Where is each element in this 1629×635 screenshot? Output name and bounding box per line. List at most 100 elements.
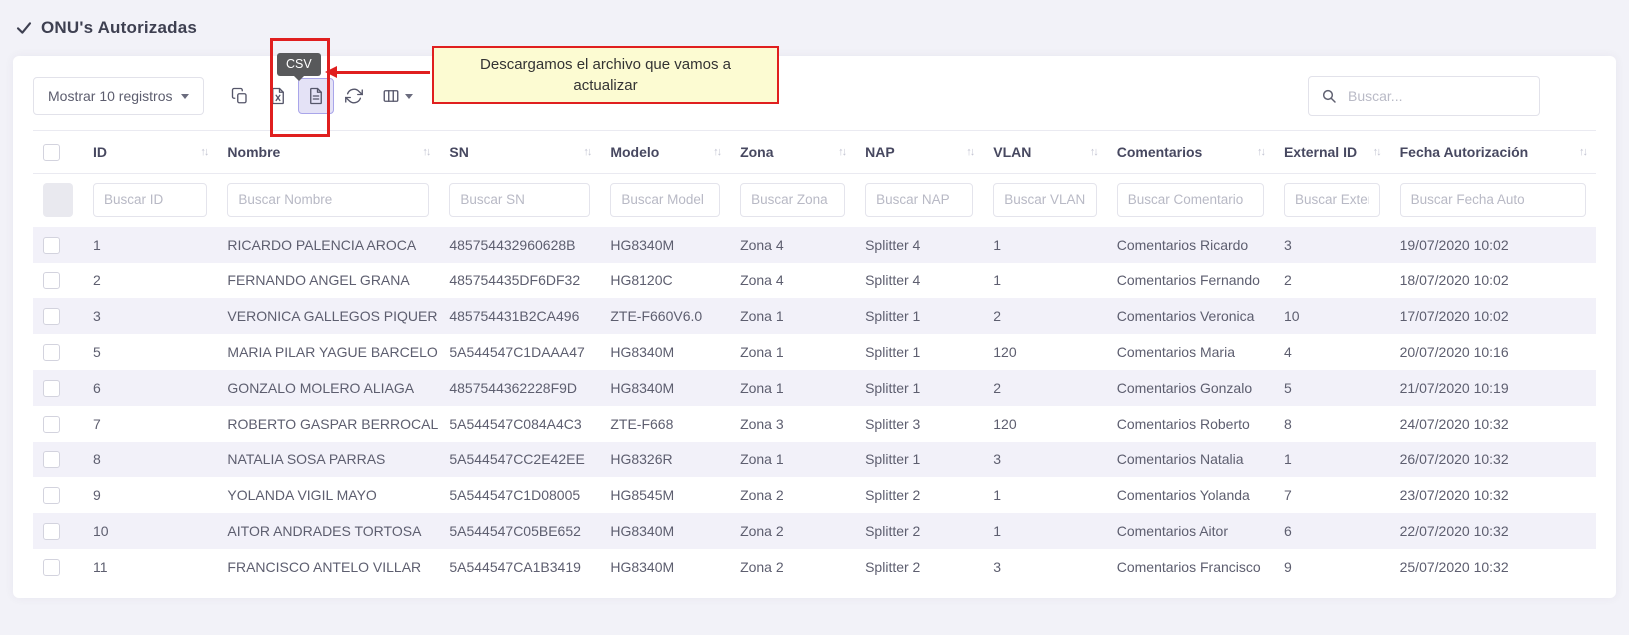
- cell-nombre: NATALIA SOSA PARRAS: [217, 442, 439, 478]
- copy-icon: [231, 87, 249, 105]
- cell-sn: 5A544547C1D08005: [439, 477, 600, 513]
- table-card: Mostrar 10 registros: [13, 56, 1616, 598]
- column-header-id[interactable]: ↑↓ID: [83, 131, 217, 174]
- sort-icon: ↑↓: [1373, 146, 1380, 158]
- csv-file-icon: [307, 87, 325, 105]
- select-all-checkbox[interactable]: [43, 144, 60, 161]
- column-header-nombre[interactable]: ↑↓Nombre: [217, 131, 439, 174]
- csv-button[interactable]: [298, 78, 334, 114]
- cell-nap: Splitter 2: [855, 549, 983, 585]
- cell-vlan: 2: [983, 298, 1106, 334]
- copy-button[interactable]: [222, 78, 258, 114]
- cell-zona: Zona 4: [730, 263, 855, 299]
- row-checkbox[interactable]: [43, 559, 60, 576]
- cell-modelo: HG8340M: [600, 370, 730, 406]
- sort-icon: ↑↓: [1090, 146, 1097, 158]
- cell-external-id: 3: [1274, 227, 1390, 263]
- cell-zona: Zona 1: [730, 298, 855, 334]
- column-label: External ID: [1284, 144, 1357, 160]
- cell-sn: 485754435DF6DF32: [439, 263, 600, 299]
- cell-nap: Splitter 1: [855, 298, 983, 334]
- column-header-modelo[interactable]: ↑↓Modelo: [600, 131, 730, 174]
- column-header-vlan[interactable]: ↑↓VLAN: [983, 131, 1106, 174]
- cell-nombre: YOLANDA VIGIL MAYO: [217, 477, 439, 513]
- cell-nap: Splitter 1: [855, 442, 983, 478]
- column-header-sn[interactable]: ↑↓SN: [439, 131, 600, 174]
- cell-modelo: HG8340M: [600, 227, 730, 263]
- cell-id: 5: [83, 334, 217, 370]
- sort-icon: ↑↓: [1579, 146, 1586, 158]
- cell-modelo: HG8340M: [600, 334, 730, 370]
- column-label: Fecha Autorización: [1400, 144, 1529, 160]
- cell-comentarios: Comentarios Fernando: [1107, 263, 1274, 299]
- global-search: [1308, 76, 1540, 116]
- filter-input-fecha[interactable]: [1400, 183, 1586, 217]
- refresh-button[interactable]: [336, 78, 372, 114]
- filter-input-vlan[interactable]: [993, 183, 1096, 217]
- row-checkbox[interactable]: [43, 380, 60, 397]
- sort-icon: ↑↓: [838, 146, 845, 158]
- filter-input-comentarios[interactable]: [1117, 183, 1264, 217]
- row-checkbox[interactable]: [43, 237, 60, 254]
- cell-vlan: 1: [983, 513, 1106, 549]
- cell-nombre: FRANCISCO ANTELO VILLAR: [217, 549, 439, 585]
- column-visibility-button[interactable]: [374, 78, 420, 114]
- cell-nombre: ROBERTO GASPAR BERROCAL: [217, 406, 439, 442]
- table-row: 5 MARIA PILAR YAGUE BARCELO 5A544547C1DA…: [33, 334, 1596, 370]
- cell-id: 2: [83, 263, 217, 299]
- cell-nap: Splitter 4: [855, 227, 983, 263]
- cell-sn: 5A544547CA1B3419: [439, 549, 600, 585]
- table-row: 9 YOLANDA VIGIL MAYO 5A544547C1D08005 HG…: [33, 477, 1596, 513]
- column-label: Nombre: [227, 144, 280, 160]
- cell-zona: Zona 2: [730, 549, 855, 585]
- cell-vlan: 120: [983, 334, 1106, 370]
- column-header-comentarios[interactable]: ↑↓Comentarios: [1107, 131, 1274, 174]
- excel-button[interactable]: [260, 78, 296, 114]
- row-checkbox[interactable]: [43, 416, 60, 433]
- filter-input-sn[interactable]: [449, 183, 590, 217]
- filter-input-modelo[interactable]: [610, 183, 720, 217]
- table-columns-icon: [382, 87, 400, 105]
- cell-vlan: 1: [983, 227, 1106, 263]
- search-input[interactable]: [1346, 87, 1527, 105]
- row-checkbox[interactable]: [43, 451, 60, 468]
- cell-id: 11: [83, 549, 217, 585]
- row-checkbox[interactable]: [43, 272, 60, 289]
- page: ONU's Autorizadas Mostrar 10 registros: [0, 0, 1629, 635]
- caret-down-icon: [181, 94, 189, 99]
- column-header-fecha-autorizacion[interactable]: ↑↓ Fecha Autorización: [1390, 131, 1596, 174]
- cell-sn: 485754431B2CA496: [439, 298, 600, 334]
- column-header-nap[interactable]: ↑↓NAP: [855, 131, 983, 174]
- cell-fecha: 18/07/2020 10:02: [1390, 263, 1596, 299]
- column-header-zona[interactable]: ↑↓Zona: [730, 131, 855, 174]
- cell-id: 7: [83, 406, 217, 442]
- row-checkbox[interactable]: [43, 523, 60, 540]
- filter-input-nombre[interactable]: [227, 183, 429, 217]
- page-length-dropdown[interactable]: Mostrar 10 registros: [33, 77, 204, 115]
- filter-input-external-id[interactable]: [1284, 183, 1380, 217]
- table-row: 11 FRANCISCO ANTELO VILLAR 5A544547CA1B3…: [33, 549, 1596, 585]
- filter-input-nap[interactable]: [865, 183, 973, 217]
- cell-zona: Zona 3: [730, 406, 855, 442]
- cell-comentarios: Comentarios Ricardo: [1107, 227, 1274, 263]
- column-header-external-id[interactable]: ↑↓ External ID: [1274, 131, 1390, 174]
- refresh-icon: [345, 87, 363, 105]
- cell-modelo: HG8326R: [600, 442, 730, 478]
- cell-nap: Splitter 1: [855, 334, 983, 370]
- table-row: 7 ROBERTO GASPAR BERROCAL 5A544547C084A4…: [33, 406, 1596, 442]
- column-label: ID: [93, 144, 107, 160]
- cell-modelo: HG8545M: [600, 477, 730, 513]
- filter-blank: [43, 183, 73, 217]
- excel-icon: [269, 87, 287, 105]
- cell-comentarios: Comentarios Veronica: [1107, 298, 1274, 334]
- cell-id: 1: [83, 227, 217, 263]
- cell-nap: Splitter 2: [855, 477, 983, 513]
- row-checkbox[interactable]: [43, 344, 60, 361]
- filter-input-zona[interactable]: [740, 183, 845, 217]
- filter-input-id[interactable]: [93, 183, 207, 217]
- table-row: 8 NATALIA SOSA PARRAS 5A544547CC2E42EE H…: [33, 442, 1596, 478]
- row-checkbox[interactable]: [43, 487, 60, 504]
- row-checkbox[interactable]: [43, 308, 60, 325]
- cell-nap: Splitter 4: [855, 263, 983, 299]
- column-label: Comentarios: [1117, 144, 1203, 160]
